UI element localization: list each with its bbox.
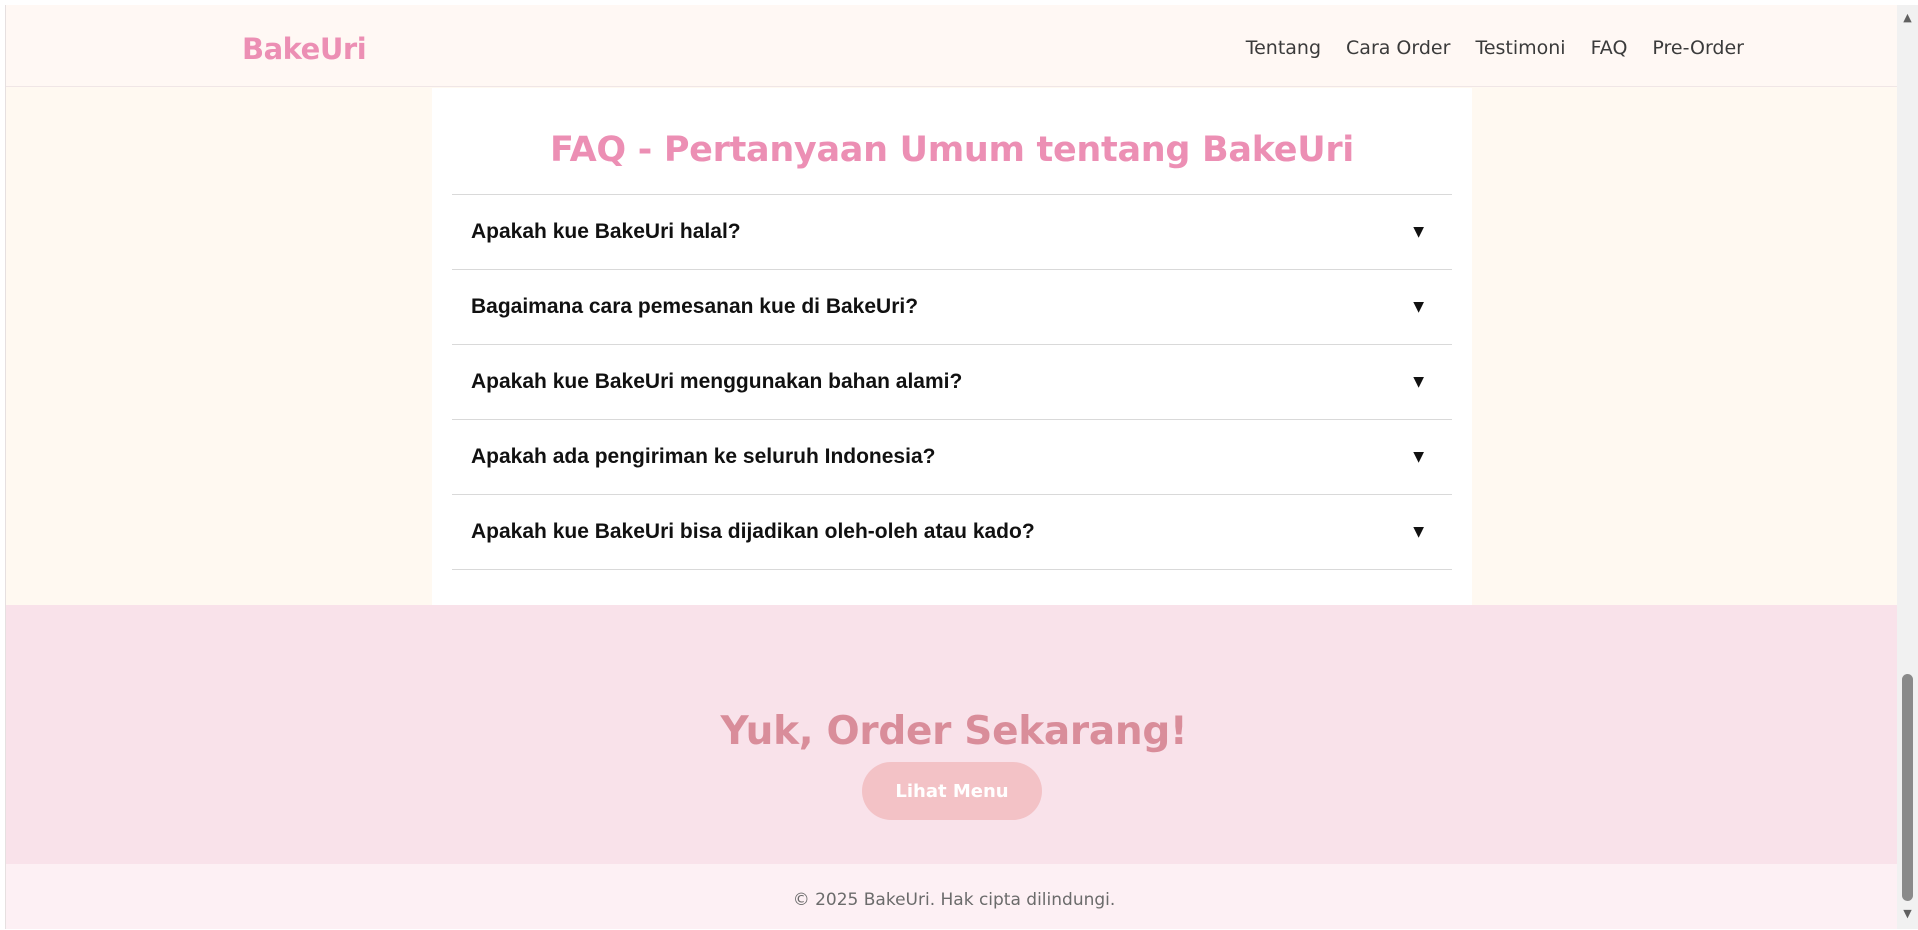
faq-question: Apakah kue BakeUri bisa dijadikan oleh-o… [471,520,1035,543]
main-nav: Tentang Cara Order Testimoni FAQ Pre-Ord… [1246,37,1744,59]
chevron-down-icon: ▼ [1413,524,1424,540]
faq-item[interactable]: Apakah ada pengiriman ke seluruh Indones… [452,420,1452,495]
faq-item[interactable]: Bagaimana cara pemesanan kue di BakeUri?… [452,270,1452,345]
nav-link-tentang[interactable]: Tentang [1246,37,1321,59]
scroll-up-arrow-icon[interactable]: ▲ [1897,9,1918,25]
nav-link-pre-order[interactable]: Pre-Order [1652,37,1744,59]
chevron-down-icon: ▼ [1413,449,1424,465]
nav-link-faq[interactable]: FAQ [1591,37,1628,59]
faq-item[interactable]: Apakah kue BakeUri bisa dijadikan oleh-o… [452,495,1452,570]
vertical-scrollbar[interactable]: ▲ ▼ [1897,5,1918,929]
faq-question: Apakah kue BakeUri menggunakan bahan ala… [471,370,963,393]
site-footer: © 2025 BakeUri. Hak cipta dilindungi. [6,864,1897,929]
site-header: BakeUri Tentang Cara Order Testimoni FAQ… [6,5,1897,87]
copyright-text: © 2025 BakeUri. Hak cipta dilindungi. [792,890,1116,910]
scroll-down-arrow-icon[interactable]: ▼ [1897,905,1918,921]
chevron-down-icon: ▼ [1413,374,1424,390]
faq-question: Apakah ada pengiriman ke seluruh Indones… [471,445,936,468]
faq-item[interactable]: Apakah kue BakeUri menggunakan bahan ala… [452,345,1452,420]
cta-title: Yuk, Order Sekarang! [720,709,1188,754]
site-logo[interactable]: BakeUri [242,32,367,66]
view-menu-button[interactable]: Lihat Menu [862,762,1042,820]
nav-link-cara-order[interactable]: Cara Order [1346,37,1450,59]
faq-title: FAQ - Pertanyaan Umum tentang BakeUri [549,130,1354,170]
order-cta-section: Yuk, Order Sekarang! Lihat Menu [6,605,1897,864]
faq-list: Apakah kue BakeUri halal? ▼ Bagaimana ca… [452,194,1452,570]
chevron-down-icon: ▼ [1413,224,1424,240]
chevron-down-icon: ▼ [1413,299,1424,315]
faq-question: Apakah kue BakeUri halal? [471,220,741,243]
scrollbar-thumb[interactable] [1902,674,1913,901]
page-viewport: BakeUri Tentang Cara Order Testimoni FAQ… [5,5,1897,929]
nav-link-testimoni[interactable]: Testimoni [1475,37,1565,59]
faq-question: Bagaimana cara pemesanan kue di BakeUri? [471,295,919,318]
faq-section: FAQ - Pertanyaan Umum tentang BakeUri Ap… [432,88,1472,605]
faq-item[interactable]: Apakah kue BakeUri halal? ▼ [452,195,1452,270]
